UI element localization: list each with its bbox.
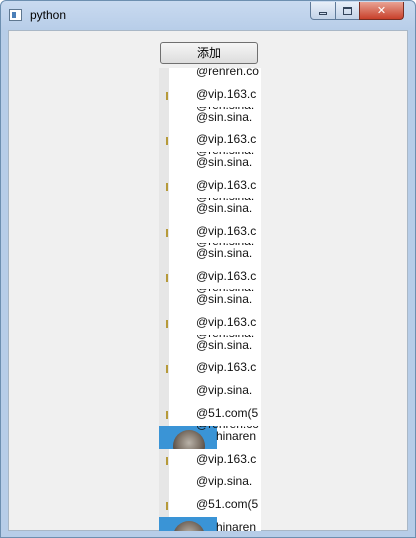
list-item[interactable]: @ren.sina.@sin.sina. bbox=[159, 152, 261, 176]
list-item[interactable]: @ren.sina.@sin.sina. bbox=[159, 289, 261, 312]
list-item-label: @51.com(5 bbox=[196, 406, 259, 420]
row-marker bbox=[159, 68, 169, 84]
list-item-label: @sin.sina. bbox=[196, 292, 253, 306]
list-item-label: @sin.sina. bbox=[196, 337, 253, 352]
list-item-label: @sin.sina. bbox=[196, 246, 253, 261]
list-item-label: @sin.sina. bbox=[196, 155, 253, 170]
list-item-label: hinaren bbox=[216, 520, 257, 531]
row-marker bbox=[159, 175, 169, 198]
row-marker bbox=[159, 357, 169, 381]
list-item[interactable]: @vip.163.c bbox=[159, 448, 261, 472]
list-item[interactable]: hinaren bbox=[159, 517, 261, 531]
list-item[interactable]: @ren.sina.@sin.sina. bbox=[159, 106, 261, 130]
list-item[interactable]: @vip.sina. bbox=[159, 471, 261, 495]
list-item-label: @51.com(5 bbox=[196, 497, 259, 512]
row-marker bbox=[159, 266, 169, 290]
list-item-label: @vip.sina. bbox=[196, 474, 253, 489]
app-window: python ✕ 添加 @renren.co @vip.163.c @ren.sin… bbox=[0, 0, 416, 538]
row-marker bbox=[159, 380, 169, 404]
list-item-label: @vip.163.c bbox=[196, 360, 257, 375]
list-item[interactable]: @51.com(5 bbox=[159, 403, 261, 426]
row-marker bbox=[159, 494, 169, 518]
row-marker bbox=[159, 129, 169, 153]
list-item-label: @vip.sina. bbox=[196, 383, 253, 398]
list-item[interactable]: @renren.cohinaren bbox=[159, 425, 261, 449]
list-item[interactable]: @vip.163.c bbox=[159, 83, 261, 107]
row-marker bbox=[159, 243, 169, 267]
close-icon: ✕ bbox=[376, 4, 387, 17]
list-item-label: hinaren bbox=[216, 428, 257, 443]
maximize-button[interactable] bbox=[335, 2, 360, 20]
minimize-icon bbox=[319, 12, 327, 15]
list-item-label: @vip.163.c bbox=[196, 451, 257, 466]
app-icon bbox=[9, 9, 22, 21]
row-marker bbox=[159, 106, 169, 130]
list-item[interactable]: @vip.163.c bbox=[159, 311, 261, 335]
list-item[interactable]: @ren.sina.@sin.sina. bbox=[159, 243, 261, 267]
list-item-label: @vip.163.c bbox=[196, 132, 257, 147]
row-marker bbox=[159, 471, 169, 495]
list-item[interactable]: @vip.163.c bbox=[159, 175, 261, 198]
row-marker bbox=[159, 197, 169, 221]
row-marker bbox=[159, 83, 169, 107]
avatar bbox=[159, 517, 217, 531]
list-item[interactable]: @ren.sina.@sin.sina. bbox=[159, 334, 261, 358]
list-item-label: @vip.163.c bbox=[196, 269, 257, 284]
list-item-label: @vip.163.c bbox=[196, 86, 257, 101]
list-item[interactable]: @vip.sina. bbox=[159, 380, 261, 404]
row-marker bbox=[159, 152, 169, 176]
row-marker bbox=[159, 289, 169, 312]
row-marker bbox=[159, 403, 169, 426]
client-area: 添加 @renren.co @vip.163.c @ren.sina.@sin.si… bbox=[8, 30, 408, 531]
list-item[interactable]: @vip.163.c bbox=[159, 266, 261, 290]
close-button[interactable]: ✕ bbox=[359, 2, 404, 20]
list-item[interactable]: @ren.sina.@sin.sina. bbox=[159, 197, 261, 221]
title-bar[interactable]: python ✕ bbox=[1, 1, 415, 30]
row-marker bbox=[159, 334, 169, 358]
list-item-label: @vip.163.c bbox=[196, 314, 257, 329]
minimize-button[interactable] bbox=[310, 2, 336, 20]
list-item-label: @vip.163.c bbox=[196, 223, 257, 238]
list-item-label: @vip.163.c bbox=[196, 178, 257, 192]
window-title: python bbox=[30, 8, 67, 22]
maximize-icon bbox=[343, 6, 352, 15]
list-item[interactable]: @vip.163.c bbox=[159, 129, 261, 153]
contact-list[interactable]: @renren.co @vip.163.c @ren.sina.@sin.sina.… bbox=[159, 68, 261, 531]
list-item-label: @sin.sina. bbox=[196, 109, 253, 124]
row-marker bbox=[159, 311, 169, 335]
list-item[interactable]: @vip.163.c bbox=[159, 220, 261, 244]
row-marker bbox=[159, 220, 169, 244]
list-item[interactable]: @51.com(5 bbox=[159, 494, 261, 518]
row-marker bbox=[159, 448, 169, 472]
list-item[interactable]: @renren.co bbox=[159, 68, 261, 84]
add-button[interactable]: 添加 bbox=[160, 42, 258, 64]
list-item-label: @renren.co bbox=[196, 68, 259, 78]
list-item-label: @sin.sina. bbox=[196, 200, 253, 215]
list-item[interactable]: @vip.163.c bbox=[159, 357, 261, 381]
